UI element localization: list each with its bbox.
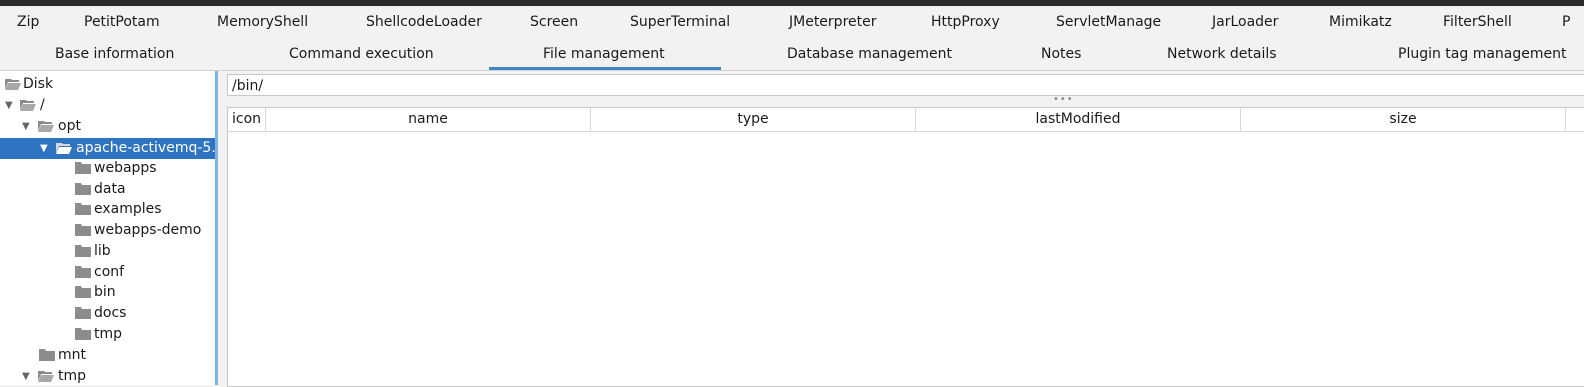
tree-label: / (40, 97, 45, 113)
tree-label: tmp (58, 368, 87, 384)
tree-label: webapps-demo (94, 222, 202, 238)
tab-plugin-tag-management[interactable]: Plugin tag management (1398, 45, 1567, 63)
column-header-icon[interactable]: icon (228, 108, 266, 131)
tree-node-examples[interactable]: examples (0, 199, 215, 220)
tab-jmeterpreter[interactable]: JMeterpreter (789, 13, 877, 31)
tab-shellcodeloader[interactable]: ShellcodeLoader (366, 13, 482, 31)
column-header-size[interactable]: size (1241, 108, 1566, 131)
tab-zip[interactable]: Zip (17, 13, 39, 31)
tree-node-root[interactable]: ▼ / (0, 95, 215, 116)
tree-label: mnt (58, 347, 86, 363)
folder-icon (75, 286, 91, 298)
tab-overflow[interactable]: P (1562, 13, 1570, 31)
tab-filtershell[interactable]: FilterShell (1443, 13, 1512, 31)
folder-open-icon (5, 79, 21, 90)
table-header: icon name type lastModified size (228, 108, 1584, 132)
main-tab-bar: Base information Command execution File … (0, 38, 1584, 71)
tab-mimikatz[interactable]: Mimikatz (1329, 13, 1392, 31)
tree-label: opt (58, 118, 81, 134)
folder-icon (75, 266, 91, 278)
tab-superterminal[interactable]: SuperTerminal (630, 13, 730, 31)
tab-database-management[interactable]: Database management (787, 45, 952, 63)
tab-jarloader[interactable]: JarLoader (1212, 13, 1278, 31)
folder-icon (75, 328, 91, 340)
tab-network-details[interactable]: Network details (1167, 45, 1277, 63)
tree-label: webapps (94, 160, 157, 176)
expand-arrow-icon[interactable]: ▼ (40, 138, 52, 159)
folder-open-icon (38, 371, 54, 382)
tree-node-opt[interactable]: ▼ opt (0, 116, 215, 137)
file-tree[interactable]: Disk ▼ / ▼ opt ▼ apache-activemq-5.1 web… (0, 71, 218, 385)
tree-node-docs[interactable]: docs (0, 303, 215, 324)
tree-label: conf (94, 264, 125, 280)
tab-screen[interactable]: Screen (530, 13, 578, 31)
column-header-type[interactable]: type (591, 108, 916, 131)
expand-arrow-icon[interactable]: ▼ (5, 95, 17, 116)
tab-memoryshell[interactable]: MemoryShell (217, 13, 308, 31)
tab-petitpotam[interactable]: PetitPotam (84, 13, 160, 31)
plugin-tab-bar: Zip PetitPotam MemoryShell ShellcodeLoad… (0, 6, 1584, 38)
tree-node-lib[interactable]: lib (0, 241, 215, 262)
folder-open-icon (38, 121, 54, 132)
folder-icon (75, 183, 91, 195)
folder-icon (75, 307, 91, 319)
expand-arrow-icon[interactable]: ▼ (22, 116, 34, 137)
expand-arrow-icon[interactable]: ▼ (22, 366, 34, 385)
tree-label: lib (94, 243, 111, 259)
tree-node-conf[interactable]: conf (0, 262, 215, 283)
tab-command-execution[interactable]: Command execution (289, 45, 434, 63)
column-header-name[interactable]: name (266, 108, 591, 131)
tab-servletmanage[interactable]: ServletManage (1056, 13, 1161, 31)
path-field[interactable]: /bin/ (227, 74, 1584, 96)
tree-node-apache-activemq[interactable]: ▼ apache-activemq-5.1 (0, 138, 215, 159)
tree-node-tmp-child[interactable]: tmp (0, 324, 215, 345)
folder-icon (39, 349, 55, 361)
tree-node-mnt[interactable]: mnt (0, 345, 215, 366)
file-pane: /bin/ ••• icon name type lastModified si… (221, 71, 1584, 387)
active-tab-indicator (489, 67, 721, 70)
tree-node-webapps-demo[interactable]: webapps-demo (0, 220, 215, 241)
file-table[interactable]: icon name type lastModified size (227, 107, 1584, 387)
tree-node-data[interactable]: data (0, 179, 215, 200)
folder-icon (75, 203, 91, 215)
tree-label: apache-activemq-5.1 (76, 140, 218, 156)
folder-icon (75, 245, 91, 257)
tree-node-webapps[interactable]: webapps (0, 158, 215, 179)
tab-notes[interactable]: Notes (1041, 45, 1081, 63)
folder-icon (75, 224, 91, 236)
tree-node-disk[interactable]: Disk (0, 74, 215, 95)
tab-httpproxy[interactable]: HttpProxy (931, 13, 1000, 31)
tree-label: docs (94, 305, 127, 321)
splitter-handle-icon[interactable]: ••• (1053, 95, 1074, 105)
tab-base-information[interactable]: Base information (55, 45, 174, 63)
tree-node-tmp[interactable]: ▼ tmp (0, 366, 215, 385)
folder-open-icon (20, 100, 36, 111)
tree-label: bin (94, 284, 116, 300)
tree-label: examples (94, 201, 162, 217)
tree-node-bin[interactable]: bin (0, 282, 215, 303)
tree-label: data (94, 181, 126, 197)
tab-file-management[interactable]: File management (543, 45, 665, 63)
tree-label: Disk (23, 76, 54, 92)
folder-icon (75, 162, 91, 174)
folder-open-icon (56, 143, 72, 154)
column-header-lastmodified[interactable]: lastModified (916, 108, 1241, 131)
tree-label: tmp (94, 326, 123, 342)
